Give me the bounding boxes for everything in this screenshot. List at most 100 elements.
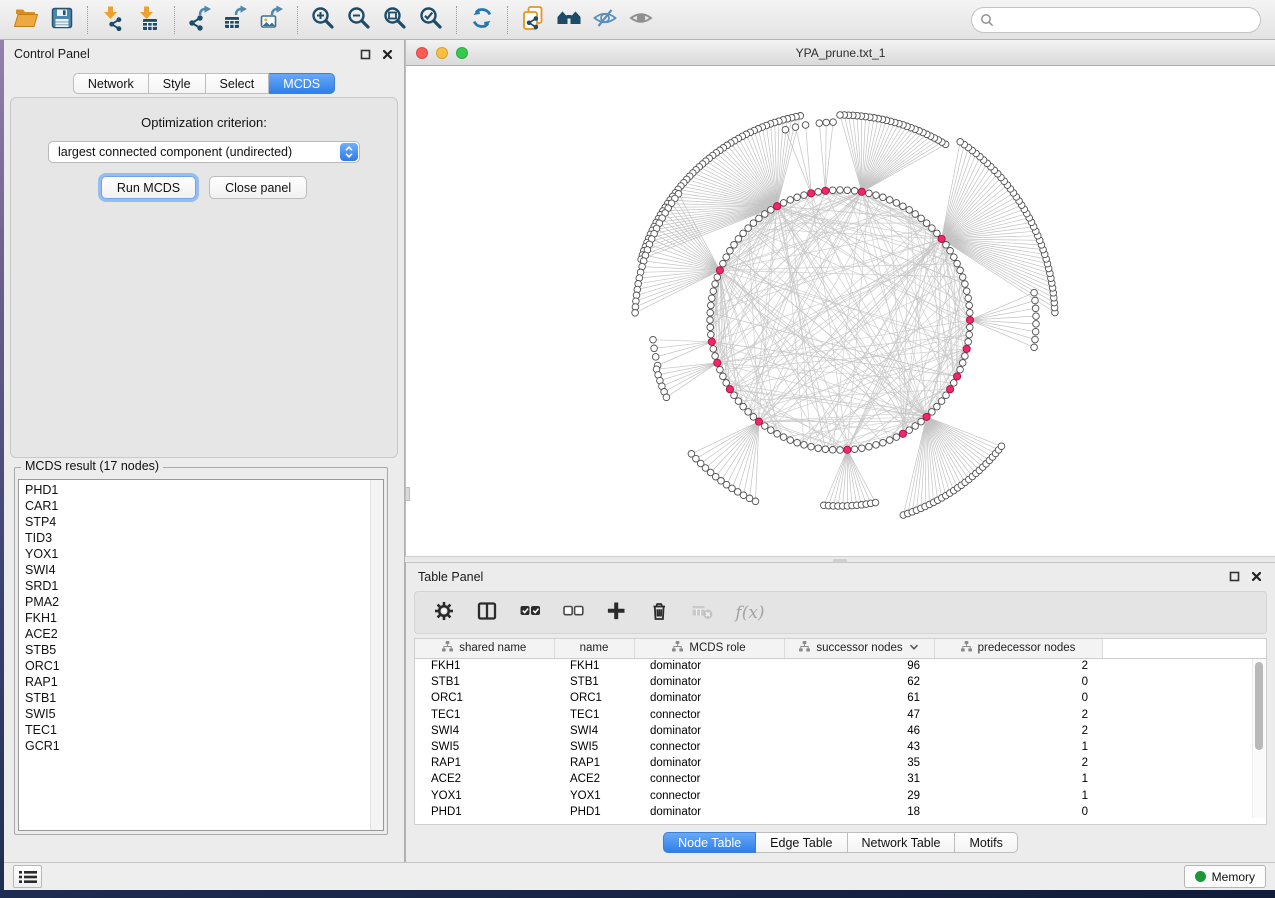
zoom-fit-button[interactable] <box>379 5 411 35</box>
export-image-button[interactable] <box>256 5 288 35</box>
refresh-button[interactable] <box>466 5 498 35</box>
mcds-result-item[interactable]: STB5 <box>25 642 383 658</box>
settings-button[interactable] <box>432 601 456 625</box>
tab-select[interactable]: Select <box>206 73 270 94</box>
tab-edge-table[interactable]: Edge Table <box>756 832 847 853</box>
mcds-result-item[interactable]: PHD1 <box>25 482 383 498</box>
mcds-result-item[interactable]: SWI5 <box>25 706 383 722</box>
select-all-button[interactable] <box>518 601 542 625</box>
mcds-result-item[interactable]: CAR1 <box>25 498 383 514</box>
hide-graphics-icon <box>592 5 618 34</box>
tab-network-table[interactable]: Network Table <box>848 832 956 853</box>
result-scrollbar[interactable] <box>370 480 383 830</box>
memory-button[interactable]: Memory <box>1184 865 1266 888</box>
mcds-result-item[interactable]: PMA2 <box>25 594 383 610</box>
column-type-icon <box>672 641 683 655</box>
mcds-result-item[interactable]: STB1 <box>25 690 383 706</box>
search-binoculars-button[interactable] <box>553 5 585 35</box>
tab-network[interactable]: Network <box>73 73 149 94</box>
task-history-button[interactable] <box>13 865 42 888</box>
hide-graphics-button[interactable] <box>589 5 621 35</box>
tab-motifs[interactable]: Motifs <box>955 832 1017 853</box>
save-session-icon <box>49 5 75 34</box>
column-header-successor-nodes[interactable]: successor nodes <box>784 639 934 658</box>
column-header-shared-name[interactable]: shared name <box>415 639 554 658</box>
mcds-result-item[interactable]: ACE2 <box>25 626 383 642</box>
columns-button[interactable] <box>475 601 499 625</box>
mcds-result-item[interactable]: SRD1 <box>25 578 383 594</box>
clone-network-button[interactable] <box>517 5 549 35</box>
mcds-result-item[interactable]: STP4 <box>25 514 383 530</box>
mcds-result-list[interactable]: PHD1CAR1STP4TID3YOX1SWI4SRD1PMA2FKH1ACE2… <box>18 479 384 831</box>
horizontal-splitter[interactable] <box>405 556 1275 563</box>
mcds-result-item[interactable]: FKH1 <box>25 610 383 626</box>
import-table-button[interactable] <box>133 5 165 35</box>
tab-mcds[interactable]: MCDS <box>269 73 335 94</box>
column-header-name[interactable]: name <box>554 639 634 658</box>
zoom-out-button[interactable] <box>343 5 375 35</box>
right-area: YPA_prune.txt_1 Table Panel f(x) shared … <box>405 40 1275 862</box>
mcds-result-item[interactable]: ORC1 <box>25 658 383 674</box>
export-network-button[interactable] <box>184 5 216 35</box>
zoom-selected-button[interactable] <box>415 5 447 35</box>
close-panel-icon[interactable] <box>381 48 394 61</box>
mcds-result-item[interactable]: TEC1 <box>25 722 383 738</box>
table-scrollbar-thumb[interactable] <box>1255 662 1263 750</box>
table-row[interactable]: TEC1TEC1connector472 <box>415 707 1266 723</box>
mcds-result-item[interactable]: SWI4 <box>25 562 383 578</box>
status-bar: Memory <box>4 862 1275 890</box>
save-session-button[interactable] <box>46 5 78 35</box>
table-row[interactable]: SWI5SWI5connector431 <box>415 739 1266 755</box>
mcds-result-item[interactable]: YOX1 <box>25 546 383 562</box>
maximize-window-icon[interactable] <box>456 47 468 59</box>
table-row[interactable]: FKH1FKH1dominator962 <box>415 658 1266 674</box>
refresh-icon <box>469 5 495 34</box>
table-scrollbar[interactable] <box>1252 659 1265 818</box>
export-table-icon <box>223 5 249 34</box>
zoom-in-button[interactable] <box>307 5 339 35</box>
minimize-window-icon[interactable] <box>436 47 448 59</box>
tab-style[interactable]: Style <box>149 73 206 94</box>
table-row[interactable]: ACE2ACE2connector311 <box>415 771 1266 787</box>
delete-button[interactable] <box>647 601 671 625</box>
close-window-icon[interactable] <box>416 47 428 59</box>
table-row[interactable]: RAP1RAP1dominator352 <box>415 755 1266 771</box>
mcds-result-item[interactable]: RAP1 <box>25 674 383 690</box>
close-panel-button[interactable]: Close panel <box>209 176 307 199</box>
mcds-result-item[interactable]: GCR1 <box>25 738 383 754</box>
mcds-result-item[interactable]: TID3 <box>25 530 383 546</box>
table-row[interactable]: STB1STB1dominator620 <box>415 674 1266 690</box>
run-mcds-button[interactable]: Run MCDS <box>101 176 196 199</box>
column-header-MCDS-role[interactable]: MCDS role <box>634 639 784 658</box>
vertical-splitter[interactable] <box>405 487 410 501</box>
table-row[interactable]: PHD1PHD1dominator180 <box>415 804 1266 820</box>
table-panel-header: Table Panel <box>406 563 1275 590</box>
search-input[interactable] <box>999 13 1252 27</box>
toolbar-separator <box>87 6 88 34</box>
network-view-window: YPA_prune.txt_1 <box>405 40 1275 556</box>
export-table-button[interactable] <box>220 5 252 35</box>
float-panel-icon[interactable] <box>359 48 372 61</box>
network-window-title: YPA_prune.txt_1 <box>406 46 1275 60</box>
optimization-criterion-label: Optimization criterion: <box>11 115 397 130</box>
close-table-panel-icon[interactable] <box>1250 570 1263 583</box>
network-canvas[interactable] <box>406 66 1275 555</box>
import-network-button[interactable] <box>97 5 129 35</box>
search-field[interactable] <box>971 7 1261 33</box>
delete-table-button <box>690 601 714 625</box>
table-row[interactable]: SWI4SWI4dominator462 <box>415 723 1266 739</box>
criterion-select[interactable]: largest connected component (undirected) <box>48 141 360 163</box>
column-header-predecessor-nodes[interactable]: predecessor nodes <box>934 639 1102 658</box>
add-button[interactable] <box>604 601 628 625</box>
show-graphics-button[interactable] <box>625 5 657 35</box>
open-file-button[interactable] <box>10 5 42 35</box>
settings-icon <box>434 601 455 624</box>
import-network-icon <box>100 5 126 34</box>
tab-node-table[interactable]: Node Table <box>663 832 756 853</box>
float-table-panel-icon[interactable] <box>1228 570 1241 583</box>
table-row[interactable]: ORC1ORC1dominator610 <box>415 690 1266 706</box>
table-row[interactable]: YOX1YOX1connector291 <box>415 788 1266 804</box>
mcds-result-title: MCDS result (17 nodes) <box>21 459 163 473</box>
deselect-all-button[interactable] <box>561 601 585 625</box>
memory-status-icon <box>1195 871 1206 882</box>
